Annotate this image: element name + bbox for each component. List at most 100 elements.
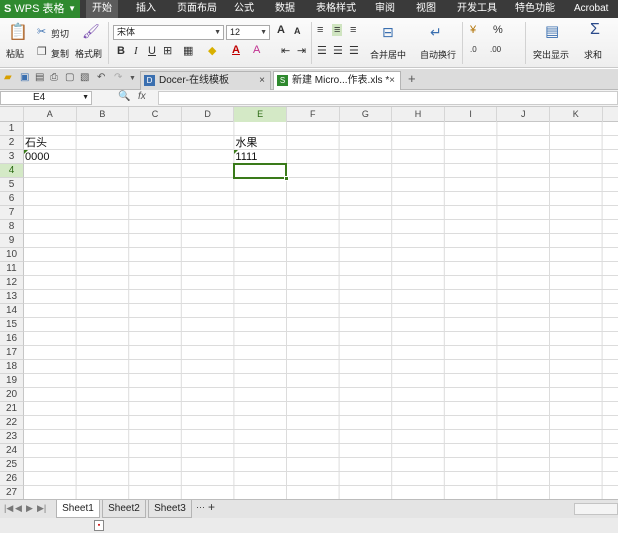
- scissors-icon[interactable]: ✂: [37, 25, 46, 38]
- paste-button[interactable]: 粘贴: [6, 47, 24, 60]
- currency-button[interactable]: ¥: [470, 24, 476, 36]
- open-folder-icon[interactable]: ▰: [4, 72, 12, 83]
- fill-handle[interactable]: [283, 176, 289, 181]
- underline-button[interactable]: U: [148, 45, 156, 57]
- save-icon[interactable]: ▣: [20, 72, 29, 83]
- text-number-indicator-icon: [234, 150, 239, 154]
- font-size-select[interactable]: 12 ▼: [226, 25, 270, 40]
- tab-review[interactable]: 审阅: [375, 0, 395, 18]
- ribbon-toolbar: 📋 粘贴 ✂ 剪切 ❐ 复制 🖌 格式刷 宋体 ▼ 12 ▼ A A B I U…: [0, 18, 618, 68]
- cell-style-icon[interactable]: ▦: [183, 44, 193, 57]
- close-icon[interactable]: ×: [389, 72, 395, 89]
- docer-icon: D: [144, 75, 155, 86]
- app-menu-button[interactable]: S WPS 表格 ▼: [0, 0, 80, 18]
- tab-view[interactable]: 视图: [416, 0, 436, 18]
- print-preview-icon[interactable]: ▢: [65, 72, 74, 83]
- highlight-button[interactable]: 突出显示: [533, 48, 569, 61]
- cell-e2[interactable]: 水果: [234, 136, 257, 150]
- indent-increase-icon[interactable]: ⇥: [297, 44, 306, 57]
- decrease-decimal-icon[interactable]: .00: [490, 45, 501, 54]
- format-painter-button[interactable]: 格式刷: [75, 47, 102, 60]
- more-sheets-button[interactable]: ···: [196, 502, 205, 512]
- formula-input[interactable]: [158, 91, 618, 105]
- borders-icon[interactable]: ⊞: [163, 44, 172, 57]
- align-top-icon[interactable]: ≡: [317, 24, 323, 36]
- export-icon[interactable]: ▤: [35, 72, 44, 83]
- tab-insert[interactable]: 插入: [136, 0, 156, 18]
- divider: [311, 22, 312, 64]
- spellcheck-icon[interactable]: ▧: [80, 72, 89, 83]
- print-icon[interactable]: ⎙: [50, 72, 58, 83]
- text-number-indicator-icon: [24, 150, 28, 154]
- sum-icon[interactable]: Σ: [590, 21, 600, 39]
- prev-sheet-icon[interactable]: ◀: [15, 503, 22, 514]
- align-middle-icon[interactable]: ≡: [332, 24, 343, 36]
- wps-logo: S: [4, 3, 12, 15]
- percent-button[interactable]: %: [493, 24, 503, 36]
- cell-a2[interactable]: 石头: [24, 136, 47, 150]
- app-name: WPS 表格: [14, 3, 65, 15]
- name-box[interactable]: E4 ▼: [0, 91, 92, 105]
- copy-button[interactable]: 复制: [51, 47, 69, 60]
- tab-features[interactable]: 特色功能: [515, 0, 555, 18]
- tab-page-layout[interactable]: 页面布局: [177, 0, 217, 18]
- function-button[interactable]: fx: [138, 91, 146, 102]
- sum-button[interactable]: 求和: [584, 48, 602, 61]
- customize-dropdown-icon[interactable]: ▼: [129, 75, 136, 82]
- close-icon[interactable]: ×: [259, 72, 265, 89]
- align-left-icon[interactable]: ☰: [317, 44, 327, 57]
- paste-icon[interactable]: 📋: [8, 22, 28, 42]
- format-painter-icon[interactable]: 🖌: [82, 23, 100, 40]
- clear-format-icon[interactable]: A: [253, 44, 260, 56]
- tab-data[interactable]: 数据: [275, 0, 295, 18]
- grow-font-button[interactable]: A: [277, 24, 285, 36]
- font-name-select[interactable]: 宋体 ▼: [113, 25, 224, 40]
- wrap-text-icon[interactable]: ↵: [430, 24, 442, 41]
- doc-tab-docer[interactable]: D Docer-在线模板 ×: [140, 71, 271, 90]
- font-color-button[interactable]: A: [232, 44, 240, 56]
- conditional-format-icon[interactable]: ▤: [545, 22, 559, 40]
- zoom-icon[interactable]: 🔍: [118, 91, 130, 102]
- align-bottom-icon[interactable]: ≡: [350, 24, 356, 36]
- font-name-value: 宋体: [117, 27, 136, 37]
- increase-decimal-icon[interactable]: .0: [470, 45, 477, 54]
- sheet-tab-2[interactable]: Sheet2: [102, 500, 146, 518]
- new-tab-button[interactable]: +: [408, 71, 416, 86]
- merge-center-button[interactable]: 合并居中: [370, 48, 406, 61]
- tab-acrobat[interactable]: Acrobat: [574, 0, 608, 18]
- active-cell-cursor[interactable]: [233, 163, 289, 181]
- macro-record-icon[interactable]: ▪: [94, 520, 104, 531]
- last-sheet-icon[interactable]: ▶|: [37, 503, 46, 514]
- font-size-value: 12: [230, 27, 241, 37]
- tab-formulas[interactable]: 公式: [234, 0, 254, 18]
- add-sheet-button[interactable]: +: [208, 500, 215, 514]
- undo-icon[interactable]: ↶: [97, 72, 105, 83]
- horizontal-scrollbar[interactable]: [574, 503, 618, 515]
- chevron-down-icon: ▼: [260, 29, 267, 36]
- tab-developer[interactable]: 开发工具: [457, 0, 497, 18]
- next-sheet-icon[interactable]: ▶: [26, 503, 33, 514]
- copy-icon[interactable]: ❐: [37, 45, 47, 58]
- sheet-tab-bar: |◀ ◀ ▶ ▶| Sheet1 Sheet2 Sheet3 ··· +: [0, 499, 618, 518]
- align-center-icon[interactable]: ☰: [333, 44, 343, 57]
- doc-tab-spreadsheet[interactable]: S 新建 Micro...作表.xls * ×: [273, 71, 401, 90]
- redo-icon[interactable]: ↷: [114, 72, 122, 83]
- merge-center-icon[interactable]: ⊟: [382, 24, 394, 41]
- shrink-font-button[interactable]: A: [294, 26, 301, 36]
- align-right-icon[interactable]: ☰: [349, 44, 359, 57]
- divider: [525, 22, 526, 64]
- document-tab-bar: ▰ ▣ ▤ ⎙ ▢ ▧ ↶ ↷ ▼ D Docer-在线模板 × S 新建 Mi…: [0, 69, 618, 90]
- spreadsheet-file-icon: S: [277, 75, 288, 86]
- tab-table-style[interactable]: 表格样式: [316, 0, 356, 18]
- spreadsheet-grid[interactable]: ABCDEFGHIJK 1 2 3 4 5 6 7 8 9 10 11 12 13 14 15 16 17 18 1…: [0, 107, 618, 499]
- bold-button[interactable]: B: [117, 45, 125, 57]
- fill-color-icon[interactable]: ◆: [208, 44, 216, 57]
- wrap-text-button[interactable]: 自动换行: [420, 48, 456, 61]
- tab-home[interactable]: 开始: [86, 0, 118, 18]
- italic-button[interactable]: I: [134, 45, 138, 57]
- sheet-tab-3[interactable]: Sheet3: [148, 500, 192, 518]
- indent-decrease-icon[interactable]: ⇤: [281, 44, 290, 57]
- first-sheet-icon[interactable]: |◀: [4, 503, 13, 514]
- sheet-tab-1[interactable]: Sheet1: [56, 500, 100, 518]
- cut-button[interactable]: 剪切: [51, 27, 69, 40]
